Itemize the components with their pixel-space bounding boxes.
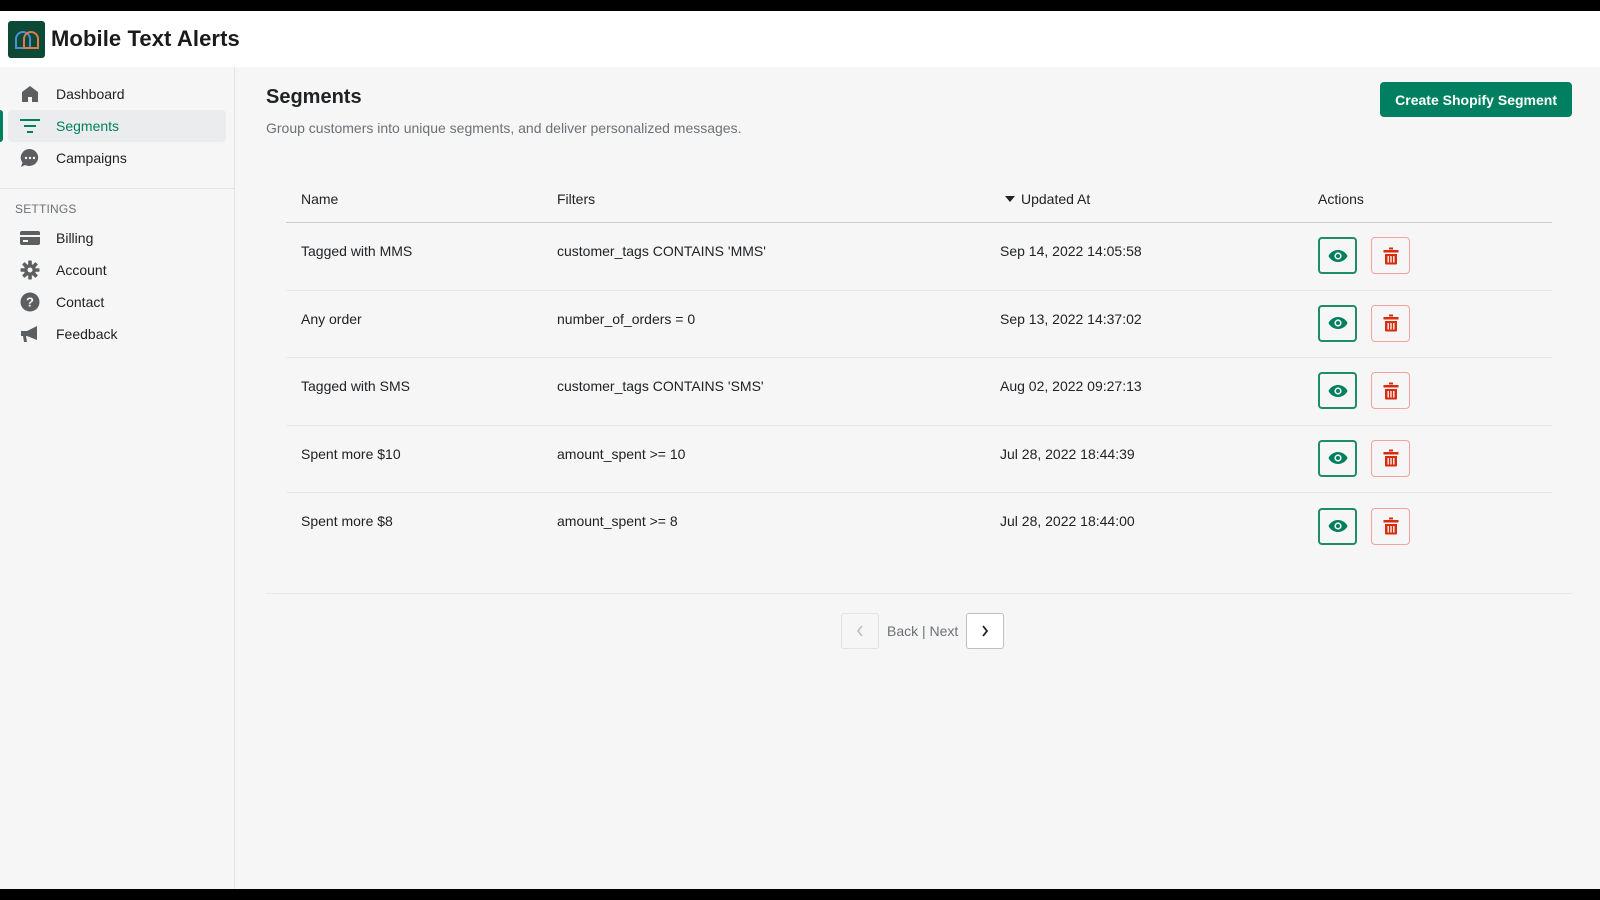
column-header-filters[interactable]: Filters [557, 191, 1000, 207]
eye-icon [1328, 452, 1347, 465]
column-header-name[interactable]: Name [286, 191, 557, 207]
page-subtitle: Group customers into unique segments, an… [266, 120, 742, 136]
segment-actions [1318, 493, 1552, 561]
sidebar-item-label: Account [56, 262, 107, 278]
segment-name: Tagged with MMS [301, 243, 413, 259]
sidebar-divider [0, 188, 234, 189]
segment-filters: customer_tags CONTAINS 'MMS' [557, 243, 766, 259]
view-segment-button[interactable] [1318, 304, 1357, 342]
table-header: Name Filters Updated At Actions [286, 175, 1552, 223]
table-row: Spent more $10 amount_spent >= 10 Jul 28… [286, 426, 1552, 493]
segment-actions [1318, 223, 1552, 290]
megaphone-icon [20, 324, 40, 344]
sidebar-item-label: Billing [56, 230, 94, 246]
gear-icon [20, 260, 40, 280]
table-body: Tagged with MMS customer_tags CONTAINS '… [286, 223, 1552, 561]
app-logo-icon [8, 20, 45, 58]
table-bottom-divider [266, 593, 1572, 594]
segment-updated-at: Jul 28, 2022 18:44:39 [1000, 445, 1135, 462]
segment-name: Any order [301, 310, 362, 327]
delete-segment-button[interactable] [1371, 304, 1410, 342]
delete-segment-button[interactable] [1371, 439, 1410, 477]
eye-icon [1328, 520, 1347, 533]
sidebar-item-campaigns[interactable]: Campaigns [8, 142, 226, 174]
table-row: Spent more $8 amount_spent >= 8 Jul 28, … [286, 493, 1552, 561]
segment-updated-at: Sep 13, 2022 14:37:02 [1000, 310, 1142, 327]
eye-icon [1328, 249, 1347, 262]
sidebar-item-billing[interactable]: Billing [8, 222, 226, 254]
sidebar-item-account[interactable]: Account [8, 254, 226, 286]
view-segment-button[interactable] [1318, 372, 1357, 410]
pagination: Back | Next [841, 613, 1005, 649]
segment-updated-at: Aug 02, 2022 09:27:13 [1000, 378, 1142, 394]
table-row: Any order number_of_orders = 0 Sep 13, 2… [286, 291, 1552, 358]
segment-filters: amount_spent >= 10 [557, 445, 686, 462]
segment-name: Spent more $10 [301, 445, 401, 462]
chevron-right-icon [982, 625, 989, 637]
segment-filters: amount_spent >= 8 [557, 513, 678, 529]
segments-table: Name Filters Updated At Actions Tagged w… [286, 175, 1552, 561]
main-content: Segments Group customers into unique seg… [235, 67, 1600, 889]
trash-icon [1383, 449, 1398, 467]
page-title: Segments [266, 86, 362, 108]
question-circle-icon: ? [20, 292, 40, 312]
eye-icon [1328, 384, 1347, 397]
view-segment-button[interactable] [1318, 507, 1357, 545]
segment-updated-at: Sep 14, 2022 14:05:58 [1000, 243, 1142, 259]
sidebar-item-label: Campaigns [56, 150, 127, 166]
sidebar-item-label: Segments [56, 118, 120, 134]
credit-card-icon [20, 228, 40, 248]
segment-name: Tagged with SMS [301, 378, 410, 394]
svg-text:?: ? [26, 295, 34, 310]
top-bar: Mobile Text Alerts [0, 11, 1600, 67]
app-title: Mobile Text Alerts [51, 26, 240, 51]
sidebar-item-feedback[interactable]: Feedback [8, 318, 226, 350]
delete-segment-button[interactable] [1371, 237, 1410, 275]
sidebar-item-label: Feedback [56, 326, 118, 342]
app-window: Mobile Text Alerts Dashboard Segments Ca… [0, 11, 1600, 889]
column-header-actions: Actions [1318, 190, 1364, 207]
chevron-left-icon [856, 625, 863, 637]
segment-filters: number_of_orders = 0 [557, 310, 696, 327]
sidebar-item-contact[interactable]: ? Contact [8, 286, 226, 318]
settings-heading: SETTINGS [15, 202, 77, 216]
filter-icon [20, 116, 40, 136]
chat-bubble-icon [20, 148, 40, 168]
table-row: Tagged with SMS customer_tags CONTAINS '… [286, 358, 1552, 426]
column-header-label: Updated At [1021, 190, 1091, 207]
trash-icon [1383, 247, 1398, 265]
trash-icon [1383, 517, 1398, 535]
segment-filters: customer_tags CONTAINS 'SMS' [557, 378, 764, 394]
sidebar-item-segments[interactable]: Segments [0, 110, 226, 142]
next-page-button[interactable] [966, 613, 1005, 649]
segment-updated-at: Jul 28, 2022 18:44:00 [1000, 513, 1135, 529]
column-header-updated-at[interactable]: Updated At [1000, 191, 1318, 207]
table-row: Tagged with MMS customer_tags CONTAINS '… [286, 223, 1552, 291]
segment-actions [1318, 426, 1552, 493]
trash-icon [1383, 382, 1398, 400]
delete-segment-button[interactable] [1371, 507, 1410, 545]
segment-actions [1318, 358, 1552, 425]
segment-actions [1318, 291, 1552, 358]
back-page-button[interactable] [841, 613, 879, 649]
sidebar-item-label: Contact [56, 294, 105, 310]
view-segment-button[interactable] [1318, 439, 1357, 477]
segment-name: Spent more $8 [301, 513, 393, 529]
eye-icon [1328, 317, 1347, 330]
create-shopify-segment-button[interactable]: Create Shopify Segment [1380, 82, 1572, 117]
view-segment-button[interactable] [1318, 237, 1357, 275]
sidebar-item-dashboard[interactable]: Dashboard [8, 78, 226, 110]
home-icon [20, 84, 40, 104]
trash-icon [1383, 314, 1398, 332]
sidebar: Dashboard Segments Campaigns SETTINGS Bi… [0, 67, 235, 889]
sort-descending-icon [1005, 195, 1015, 202]
delete-segment-button[interactable] [1371, 372, 1410, 410]
sidebar-item-label: Dashboard [56, 86, 125, 102]
pagination-label: Back | Next [887, 623, 959, 639]
